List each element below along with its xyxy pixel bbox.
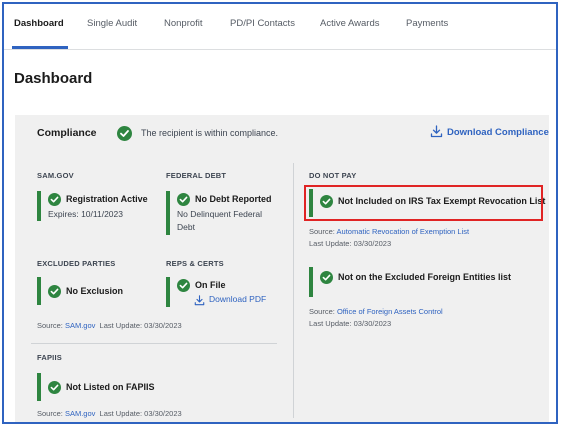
tab-single-audit[interactable]: Single Audit bbox=[87, 18, 137, 29]
excluded-parties-status-title: No Exclusion bbox=[66, 286, 124, 296]
check-circle-icon bbox=[48, 381, 61, 394]
check-circle-icon bbox=[320, 271, 333, 284]
excluded-parties-label: EXCLUDED PARTIES bbox=[37, 259, 116, 268]
source-prefix: Source: bbox=[37, 409, 65, 418]
fapiis-status-title: Not Listed on FAPIIS bbox=[66, 382, 155, 392]
check-circle-icon bbox=[177, 193, 190, 206]
active-tab-indicator bbox=[12, 46, 68, 49]
foreign-entities-status-title: Not on the Excluded Foreign Entities lis… bbox=[338, 272, 512, 282]
reps-certs-status-block: On File Download PDF bbox=[166, 277, 276, 307]
check-circle-icon bbox=[117, 126, 132, 141]
page-title: Dashboard bbox=[14, 70, 93, 87]
last-update: Last Update: 03/30/2023 bbox=[99, 409, 182, 418]
federal-debt-status-title: No Debt Reported bbox=[195, 194, 272, 204]
app-frame: Dashboard Single Audit Nonprofit PD/PI C… bbox=[2, 2, 558, 424]
federal-debt-detail-line2: Debt bbox=[177, 222, 195, 232]
check-circle-icon bbox=[48, 193, 61, 206]
source-prefix: Source: bbox=[309, 307, 337, 316]
foreign-last-update: Last Update: 03/30/2023 bbox=[309, 319, 392, 328]
section-divider bbox=[31, 343, 277, 344]
compliance-card: Compliance The recipient is within compl… bbox=[15, 115, 549, 422]
download-icon[interactable] bbox=[194, 293, 205, 311]
source-prefix: Source: bbox=[37, 321, 65, 330]
sam-status-block: Registration Active Expires: 10/11/2023 bbox=[37, 191, 157, 221]
highlight-box bbox=[304, 185, 543, 221]
compliance-status-text: The recipient is within compliance. bbox=[141, 128, 279, 138]
sam-expiry: Expires: 10/11/2023 bbox=[48, 209, 123, 219]
download-icon[interactable] bbox=[430, 125, 443, 143]
sam-source-line: Source: SAM.gov Last Update: 03/30/2023 bbox=[37, 321, 182, 330]
federal-debt-label: FEDERAL DEBT bbox=[166, 171, 227, 180]
tab-dashboard[interactable]: Dashboard bbox=[14, 18, 64, 29]
sam-status-title: Registration Active bbox=[66, 194, 148, 204]
reps-certs-status-title: On File bbox=[195, 280, 226, 290]
federal-debt-status-block: No Debt Reported No Delinquent Federal D… bbox=[166, 191, 281, 235]
source-prefix: Source: bbox=[309, 227, 337, 236]
column-divider bbox=[293, 163, 294, 418]
excluded-parties-status-block: No Exclusion bbox=[37, 277, 147, 305]
check-circle-icon bbox=[48, 285, 61, 298]
irs-source-line: Source: Automatic Revocation of Exemptio… bbox=[309, 227, 469, 236]
fapiis-source-link[interactable]: SAM.gov bbox=[65, 409, 95, 418]
federal-debt-detail-line1: No Delinquent Federal bbox=[177, 209, 263, 219]
tab-bar: Dashboard Single Audit Nonprofit PD/PI C… bbox=[4, 4, 556, 50]
fapiis-label: FAPIIS bbox=[37, 353, 62, 362]
do-not-pay-label: DO NOT PAY bbox=[309, 171, 357, 180]
tab-nonprofit[interactable]: Nonprofit bbox=[164, 18, 203, 29]
irs-source-link[interactable]: Automatic Revocation of Exemption List bbox=[337, 227, 470, 236]
tab-pd-pi-contacts[interactable]: PD/PI Contacts bbox=[230, 18, 295, 29]
irs-last-update: Last Update: 03/30/2023 bbox=[309, 239, 392, 248]
download-pdf-link[interactable]: Download PDF bbox=[209, 294, 266, 304]
last-update: Last Update: 03/30/2023 bbox=[99, 321, 182, 330]
sam-gov-label: SAM.GOV bbox=[37, 171, 74, 180]
foreign-source-link[interactable]: Office of Foreign Assets Control bbox=[337, 307, 443, 316]
sam-gov-source-link[interactable]: SAM.gov bbox=[65, 321, 95, 330]
download-compliance-link[interactable]: Download Compliance bbox=[447, 127, 549, 138]
fapiis-status-block: Not Listed on FAPIIS bbox=[37, 373, 187, 401]
reps-certs-label: REPS & CERTS bbox=[166, 259, 224, 268]
compliance-title: Compliance bbox=[37, 127, 97, 139]
foreign-source-line: Source: Office of Foreign Assets Control bbox=[309, 307, 443, 316]
check-circle-icon bbox=[177, 279, 190, 292]
tab-payments[interactable]: Payments bbox=[406, 18, 448, 29]
fapiis-source-line: Source: SAM.gov Last Update: 03/30/2023 bbox=[37, 409, 182, 418]
compliance-header: Compliance The recipient is within compl… bbox=[15, 115, 549, 151]
tab-active-awards[interactable]: Active Awards bbox=[320, 18, 380, 29]
foreign-entities-status-block: Not on the Excluded Foreign Entities lis… bbox=[309, 267, 539, 297]
